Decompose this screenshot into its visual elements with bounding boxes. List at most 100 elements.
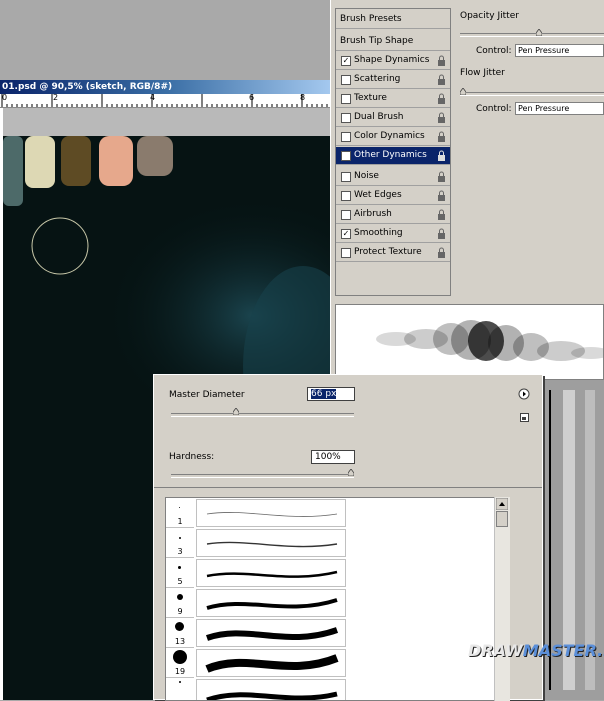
airbrush-item[interactable]: Airbrush <box>336 206 450 224</box>
brush-tip-row[interactable]: 5 <box>166 558 496 588</box>
dual-brush-item[interactable]: Dual Brush <box>336 109 450 127</box>
checkbox[interactable] <box>341 172 351 182</box>
brush-tip-row[interactable]: 13 <box>166 618 496 648</box>
brush-tip-row[interactable] <box>166 678 496 700</box>
checkbox[interactable] <box>341 75 351 85</box>
lock-icon[interactable] <box>437 112 446 123</box>
master-diameter-input[interactable]: 66 px <box>307 387 355 401</box>
checkbox[interactable] <box>341 113 351 123</box>
tip-size-label: 19 <box>174 667 186 676</box>
checkbox-checked[interactable]: ✓ <box>341 151 351 161</box>
stroke-sample <box>205 654 339 673</box>
flow-jitter-track[interactable] <box>460 92 604 96</box>
tip-size-label: 9 <box>177 607 183 616</box>
tip-stroke-preview <box>196 499 346 527</box>
tip-size-cell: 5 <box>166 558 194 588</box>
tip-stroke-preview <box>196 559 346 587</box>
scroll-up-icon[interactable] <box>496 498 508 510</box>
lock-icon[interactable] <box>437 74 446 85</box>
tip-stroke-preview <box>196 589 346 617</box>
master-diameter-track[interactable] <box>171 413 354 417</box>
flow-jitter-slider-thumb[interactable] <box>460 88 466 95</box>
checkbox[interactable] <box>341 94 351 104</box>
lock-icon[interactable] <box>437 209 446 220</box>
brush-settings-list: Brush Presets Brush Tip Shape ✓ Shape Dyn… <box>335 8 451 296</box>
color-dynamics-item[interactable]: Color Dynamics <box>336 128 450 146</box>
checkbox[interactable] <box>341 191 351 201</box>
brush-tip-row[interactable]: 9 <box>166 588 496 618</box>
lock-icon[interactable] <box>437 93 446 104</box>
menu-arrow-icon[interactable] <box>518 388 530 400</box>
checkbox[interactable] <box>341 248 351 258</box>
new-preset-icon[interactable] <box>520 413 529 422</box>
tip-size-label: 3 <box>177 547 183 556</box>
brush-presets-item[interactable]: Brush Presets <box>336 11 450 29</box>
shape-dynamics-item[interactable]: ✓ Shape Dynamics <box>336 52 450 70</box>
tip-size-cell: 19 <box>166 648 194 678</box>
input-value: 66 px <box>311 389 337 399</box>
master-diameter-slider-thumb[interactable] <box>232 408 239 415</box>
watermark-prefix: DRAW <box>468 641 523 660</box>
flow-control-select[interactable]: Pen Pressure <box>515 102 604 115</box>
lock-icon[interactable] <box>437 228 446 239</box>
tip-stroke-preview <box>196 619 346 647</box>
item-label: Airbrush <box>354 209 392 219</box>
protect-texture-item[interactable]: Protect Texture <box>336 244 450 262</box>
checkbox[interactable] <box>341 132 351 142</box>
control-label: Control: <box>476 46 512 56</box>
stroke-sample <box>206 598 338 610</box>
hardness-input[interactable]: 100% <box>311 450 355 464</box>
stroke-preview-art <box>376 320 603 361</box>
control-label: Control: <box>476 104 512 114</box>
item-label: Other Dynamics <box>354 150 427 160</box>
opacity-control-select[interactable]: Pen Pressure <box>515 44 604 57</box>
document-title-bar[interactable]: 01.psd @ 90,5% (sketch, RGB/8#) <box>0 80 333 94</box>
tip-size-cell: 1 <box>166 498 194 528</box>
opacity-jitter-track[interactable] <box>460 33 604 37</box>
flow-jitter-label: Flow Jitter <box>460 68 505 78</box>
smoothing-item[interactable]: ✓ Smoothing <box>336 225 450 243</box>
tip-list-scrollbar[interactable] <box>494 497 510 701</box>
stroke-sample <box>206 627 339 641</box>
brush-tip-row[interactable]: 1 <box>166 498 496 528</box>
hardness-track[interactable] <box>171 474 354 478</box>
tip-size-cell <box>166 678 194 700</box>
lock-icon[interactable] <box>437 55 446 66</box>
other-dynamics-item[interactable]: ✓ Other Dynamics <box>336 147 450 165</box>
item-label: Dual Brush <box>354 112 404 122</box>
item-label: Smoothing <box>354 228 403 238</box>
ruler-label: 0 <box>2 94 8 102</box>
canvas-pasteboard <box>3 108 333 136</box>
watermark-suffix: MASTER.RU <box>522 641 604 660</box>
tip-stroke-preview <box>196 649 346 677</box>
wet-edges-item[interactable]: Wet Edges <box>336 187 450 205</box>
brush-tip-row[interactable]: 19 <box>166 648 496 678</box>
stroke-sample <box>206 570 338 578</box>
ruler-ticks <box>1 94 333 107</box>
lock-icon[interactable] <box>437 247 446 258</box>
lock-icon[interactable] <box>437 150 446 161</box>
scattering-item[interactable]: Scattering <box>336 71 450 89</box>
brush-tip-shape-item[interactable]: Brush Tip Shape <box>336 33 450 51</box>
stroke-sample <box>206 541 338 548</box>
lock-icon[interactable] <box>437 190 446 201</box>
lock-icon[interactable] <box>437 131 446 142</box>
hardness-slider-thumb[interactable] <box>348 469 354 476</box>
tip-size-cell: 9 <box>166 588 194 618</box>
checkbox-checked[interactable]: ✓ <box>341 229 351 239</box>
noise-item[interactable]: Noise <box>336 168 450 186</box>
input-value: 100% <box>315 452 341 462</box>
opacity-jitter-slider-thumb[interactable] <box>535 29 542 36</box>
lock-icon[interactable] <box>437 171 446 182</box>
stroke-sample <box>206 691 338 700</box>
scroll-thumb[interactable] <box>496 511 508 527</box>
ruler-label: 6 <box>249 94 255 102</box>
checkbox[interactable] <box>341 210 351 220</box>
hardness-label: Hardness: <box>169 452 215 462</box>
checkbox-checked[interactable]: ✓ <box>341 56 351 66</box>
texture-item[interactable]: Texture <box>336 90 450 108</box>
item-label: Brush Tip Shape <box>340 36 414 46</box>
brush-tip-row[interactable]: 3 <box>166 528 496 558</box>
item-label: Texture <box>354 93 387 103</box>
tip-dot <box>173 650 187 664</box>
